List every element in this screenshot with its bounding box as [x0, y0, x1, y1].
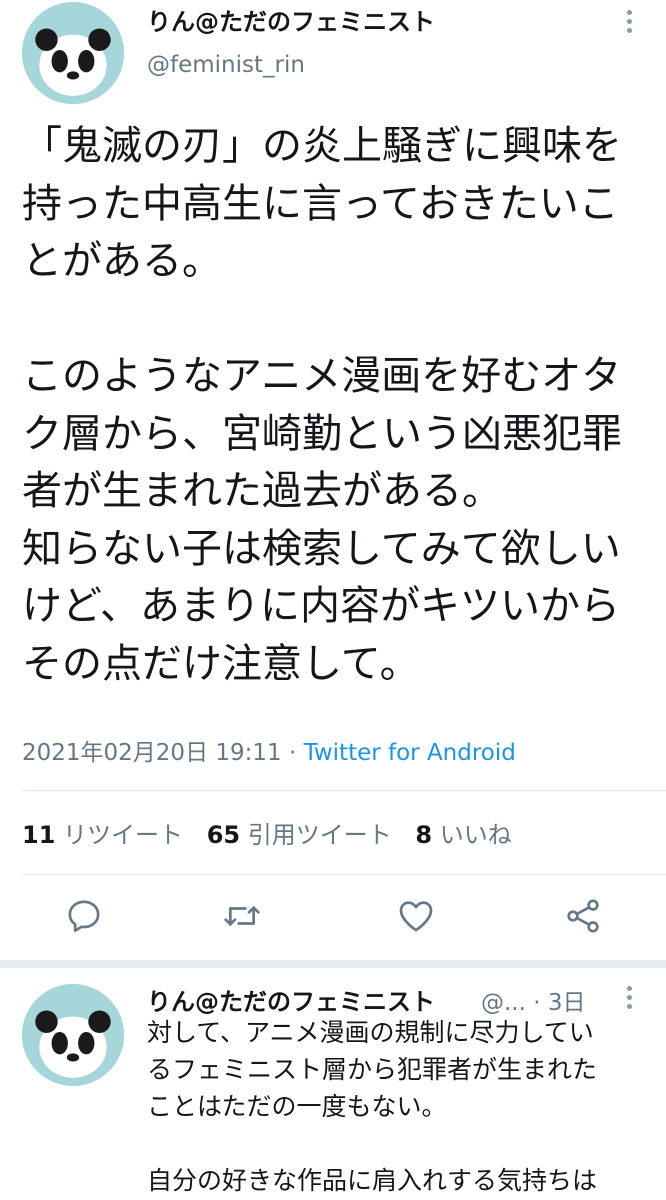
meta-separator: ·	[525, 990, 548, 1016]
likes-stat[interactable]: 8 いいね	[415, 821, 511, 849]
retweet-button[interactable]	[222, 896, 262, 936]
tweet-text-line: その点だけ注意して。	[22, 640, 420, 687]
likes-count: 8	[415, 821, 433, 849]
tweet-text-line: けど、あまりに内容がキツいから	[22, 583, 620, 629]
quotes-label: 引用ツイート	[247, 821, 392, 849]
meta-separator: ·	[281, 740, 304, 766]
section-divider	[0, 960, 666, 968]
reply-text: 対して、アニメ漫画の規制に尽力してい るフェミニスト層から犯罪者が生まれた こと…	[147, 1014, 647, 1199]
author-name[interactable]: りん@ただのフェミニスト	[147, 2, 435, 37]
author-avatar[interactable]	[22, 2, 124, 104]
share-button[interactable]	[563, 896, 603, 936]
tweet-text-line	[22, 291, 652, 349]
share-icon	[567, 899, 599, 933]
tweet-text: 「鬼滅の刃」の炎上騒ぎに興味を 持った中高生に言っておきたいこ とがある。 この…	[22, 118, 652, 693]
tweet-text-line: とがある。	[22, 238, 222, 284]
quotes-count: 65	[206, 821, 241, 849]
tweet-text-line: ク層から、宮崎勤という凶悪犯罪	[22, 410, 622, 457]
retweet-icon	[224, 906, 260, 926]
panda-icon	[22, 2, 124, 104]
panda-icon	[22, 984, 124, 1086]
tweet-text-line: 「鬼滅の刃」の炎上騒ぎに興味を	[22, 123, 622, 169]
like-button[interactable]	[396, 896, 436, 936]
reply-icon	[68, 900, 100, 932]
likes-label: いいね	[439, 821, 512, 849]
reply-text-line: ことはただの一度もない。	[147, 1092, 447, 1121]
reply-text-line: 自分の好きな作品に肩入れする気持ちは	[147, 1166, 598, 1195]
reply-text-line: 対して、アニメ漫画の規制に尽力してい	[147, 1018, 594, 1047]
more-options-icon[interactable]	[624, 10, 634, 37]
retweets-count: 11	[22, 821, 56, 849]
author-handle[interactable]: @feminist_rin	[147, 52, 305, 78]
reply-button[interactable]	[64, 896, 104, 936]
reply-meta: @... · 3日	[481, 983, 586, 1017]
tweet-text-line: 者が生まれた過去がある。	[22, 468, 502, 514]
divider	[22, 790, 666, 791]
tweet-text-line: 持った中高生に言っておきたいこ	[22, 180, 619, 227]
more-options-icon[interactable]	[624, 986, 634, 1013]
divider	[22, 874, 666, 875]
tweet-source-link[interactable]: Twitter for Android	[304, 740, 516, 766]
heart-icon	[399, 901, 433, 932]
retweets-stat[interactable]: 11 リツイート	[22, 821, 183, 849]
reply-text-line: るフェミニスト層から犯罪者が生まれた	[147, 1055, 598, 1084]
quotes-stat[interactable]: 65 引用ツイート	[207, 821, 392, 849]
retweets-label: リツイート	[63, 821, 184, 849]
reply-author-handle[interactable]: @...	[481, 990, 526, 1016]
reply-author-name[interactable]: りん@ただのフェミニスト	[147, 982, 435, 1017]
reply-author-avatar[interactable]	[22, 984, 124, 1086]
reply-time[interactable]: 3日	[548, 990, 586, 1016]
tweet-text-line: 知らない子は検索してみて欲しい	[22, 525, 621, 572]
tweet-meta: 2021年02月20日 19:11 · Twitter for Android	[22, 733, 516, 767]
tweet-timestamp[interactable]: 2021年02月20日 19:11	[22, 740, 282, 766]
tweet-text-line: このようなアニメ漫画を好むオタ	[22, 353, 622, 399]
reply-text-line	[147, 1125, 647, 1162]
tweet-stats: 11 リツイート 65 引用ツイート 8 いいね	[22, 815, 528, 850]
